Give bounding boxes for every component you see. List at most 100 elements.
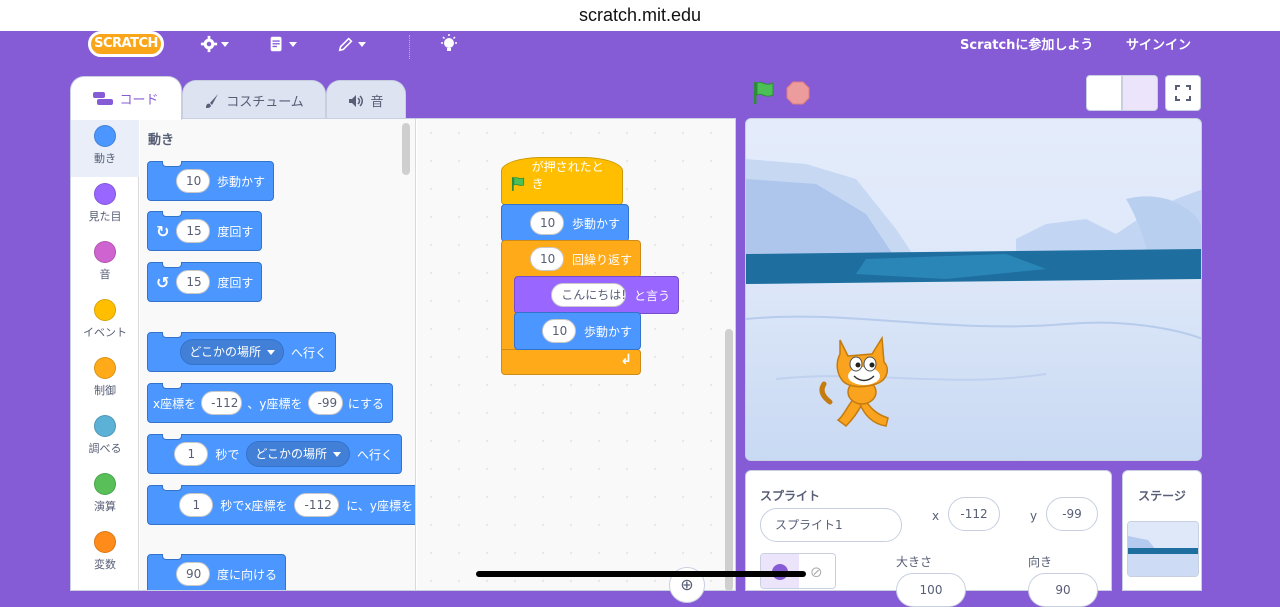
secs-input[interactable]: 1 — [174, 442, 209, 466]
menu-bar: SCRATCH Scratchに参加しよう サインイン — [0, 31, 1280, 69]
script-say[interactable]: こんにちは! と言う — [514, 276, 679, 314]
block-move-steps[interactable]: 10 歩動かす — [147, 161, 274, 201]
say-text-input[interactable]: こんにちは! — [551, 283, 626, 307]
category-dot — [94, 125, 116, 147]
block-text: 歩動かす — [216, 174, 265, 189]
y-input[interactable]: -99 — [1046, 497, 1098, 531]
block-turn-left[interactable]: ↺ 15 度回す — [147, 262, 262, 302]
block-goto[interactable]: どこかの場所 へ行く — [147, 332, 336, 372]
stop-icon[interactable] — [786, 81, 810, 105]
category-dot — [94, 531, 116, 553]
size-input[interactable]: 100 — [896, 573, 966, 607]
x-label: x — [932, 509, 940, 523]
tab-costumes-label: コスチューム — [226, 95, 304, 110]
direction-label: 向き — [1028, 555, 1053, 569]
address-bar[interactable]: scratch.mit.edu — [0, 0, 1280, 31]
direction-input[interactable]: 90 — [175, 562, 210, 586]
large-stage-button[interactable] — [1122, 75, 1158, 111]
x-input[interactable]: -112 — [948, 497, 1000, 531]
category-label: 見た目 — [88, 210, 122, 223]
tutorials-button[interactable] — [438, 33, 460, 55]
category-label: 音 — [99, 268, 111, 281]
zoom-in-icon: ⊕ — [680, 575, 694, 594]
block-glide[interactable]: 1 秒で どこかの場所 へ行く — [147, 434, 402, 474]
sprite-name-input[interactable]: スプライト1 — [760, 508, 902, 542]
green-flag-icon[interactable] — [751, 80, 777, 106]
chevron-down-icon — [266, 349, 275, 355]
glide-dropdown[interactable]: どこかの場所 — [246, 441, 350, 467]
settings-menu[interactable] — [200, 33, 229, 55]
sprite-label: スプライト — [760, 489, 821, 503]
block-notch — [162, 262, 182, 268]
edit-menu[interactable] — [337, 33, 366, 55]
category-label: イベント — [83, 326, 127, 339]
script-scrollbar[interactable] — [725, 329, 733, 591]
block-goto-xy[interactable]: x座標を -112 、y座標を -99 にする — [147, 383, 393, 423]
stage-thumbnail[interactable] — [1127, 521, 1199, 577]
repeat-count-input[interactable]: 10 — [529, 247, 564, 271]
steps-input[interactable]: 10 — [529, 211, 564, 235]
repeat-header[interactable]: 10 回繰り返す — [501, 240, 641, 278]
degrees-input[interactable]: 15 — [176, 219, 211, 243]
signin-link[interactable]: サインイン — [1126, 34, 1191, 53]
block-text: に、y座標を — [346, 498, 413, 513]
script-move-1[interactable]: 10 歩動かす — [501, 204, 629, 242]
dropdown-value: どこかの場所 — [255, 447, 327, 461]
file-menu[interactable] — [268, 33, 297, 55]
block-notch — [162, 211, 182, 217]
category-operators[interactable]: 演算 — [71, 467, 139, 525]
degrees-input[interactable]: 15 — [176, 270, 211, 294]
palette-scrollbar[interactable] — [402, 123, 410, 175]
tab-sounds[interactable]: 音 — [326, 80, 406, 120]
category-dot — [94, 415, 116, 437]
block-text: が押されたとき — [531, 160, 604, 191]
direction-input[interactable]: 90 — [1028, 573, 1098, 607]
palette-title: 動き — [148, 133, 175, 148]
block-turn-right[interactable]: ↻ 15 度回す — [147, 211, 262, 251]
block-glide-xy[interactable]: 1 秒でx座標を -112 に、y座標を — [147, 485, 415, 525]
x-input[interactable]: -112 — [201, 391, 243, 415]
small-stage-button[interactable] — [1086, 75, 1122, 111]
steps-input[interactable]: 10 — [541, 319, 576, 343]
steps-input[interactable]: 10 — [175, 169, 210, 193]
block-text: 度回す — [217, 224, 254, 239]
join-link[interactable]: Scratchに参加しよう — [960, 34, 1093, 53]
stage-label: ステージ — [1138, 489, 1186, 503]
stage-selector[interactable]: ステージ — [1122, 470, 1202, 591]
block-point-direction[interactable]: 90 度に向ける — [147, 554, 286, 590]
y-input[interactable]: -99 — [307, 391, 343, 415]
category-events[interactable]: イベント — [71, 293, 139, 351]
goto-dropdown[interactable]: どこかの場所 — [180, 339, 284, 365]
rotate-right-icon: ↻ — [156, 221, 170, 241]
brush-icon — [206, 93, 219, 108]
category-sensing[interactable]: 調べる — [71, 409, 139, 467]
script-area[interactable]: が押されたとき 10 歩動かす 10 回繰り返す ↲ こんにちは! と言う 10… — [417, 119, 735, 603]
category-variables[interactable]: 変数 — [71, 525, 139, 583]
chevron-down-icon — [289, 41, 297, 47]
file-icon — [270, 36, 282, 52]
script-move-2[interactable]: 10 歩動かす — [514, 312, 641, 350]
category-control[interactable]: 制御 — [71, 351, 139, 409]
gear-icon — [200, 35, 218, 53]
category-motion[interactable]: 動き — [71, 119, 139, 177]
category-sound[interactable]: 音 — [71, 235, 139, 293]
tab-code[interactable]: コード — [70, 76, 182, 120]
y-label: y — [1030, 509, 1038, 523]
code-editor: 動き 見た目 音 イベント 制御 調べる 演算 変数 動き 10 歩動かす ↻ … — [70, 118, 736, 603]
block-text: 回繰り返す — [571, 252, 632, 267]
eye-hidden-icon: ⊘ — [810, 563, 823, 581]
category-looks[interactable]: 見た目 — [71, 177, 139, 235]
chevron-down-icon — [358, 41, 366, 47]
fullscreen-button[interactable] — [1165, 75, 1201, 111]
scratch-logo[interactable]: SCRATCH — [88, 31, 164, 57]
rotate-left-icon: ↺ — [156, 272, 170, 292]
tab-costumes[interactable]: コスチューム — [182, 80, 326, 120]
cat-sprite[interactable] — [818, 334, 914, 434]
block-text: 、y座標を — [247, 396, 303, 411]
category-dot — [94, 241, 116, 263]
x-input[interactable]: -112 — [294, 493, 340, 517]
repeat-arm — [501, 276, 515, 352]
stage[interactable] — [745, 118, 1202, 461]
secs-input[interactable]: 1 — [179, 493, 214, 517]
block-when-flag-clicked[interactable]: が押されたとき — [501, 157, 623, 205]
